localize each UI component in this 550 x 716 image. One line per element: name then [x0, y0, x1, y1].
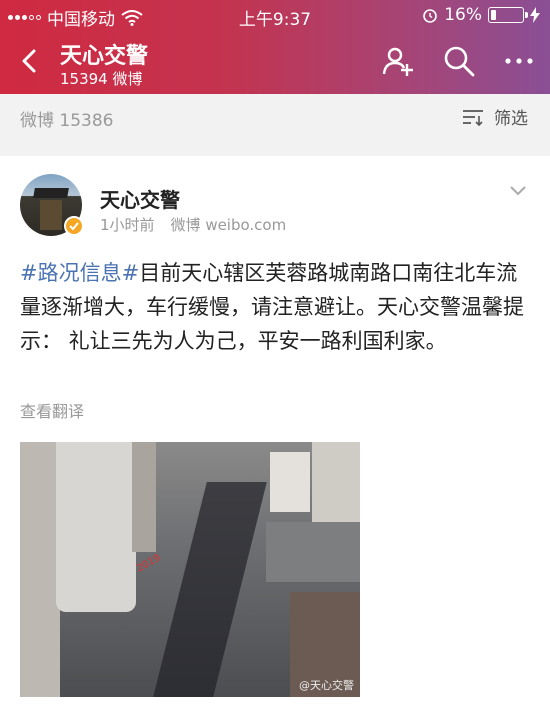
nav-bar: 天心交警 15394 微博 — [0, 30, 550, 94]
post-source: 微博 weibo.com — [170, 216, 287, 234]
header: 中国移动 上午9:37 16% 天心交警 15394 微博 — [0, 0, 550, 94]
status-right: 16% — [422, 5, 540, 25]
more-icon[interactable] — [502, 44, 536, 78]
alarm-icon — [423, 9, 438, 23]
filter-label: 筛选 — [494, 109, 528, 129]
post-meta: 1小时前 微博 weibo.com — [100, 214, 286, 235]
filter-button[interactable]: 筛选 — [462, 104, 528, 129]
charging-icon — [530, 7, 540, 23]
status-bar: 中国移动 上午9:37 16% — [0, 0, 550, 30]
back-arrow-icon[interactable] — [14, 44, 48, 78]
battery-icon — [488, 7, 528, 23]
post-image[interactable]: 2019 @天心交警 — [20, 442, 360, 697]
post-time: 1小时前 — [100, 216, 155, 234]
battery-percent: 16% — [444, 5, 482, 25]
search-icon[interactable] — [442, 44, 476, 78]
weibo-count: 微博 15386 — [20, 111, 114, 131]
image-watermark: @天心交警 — [299, 679, 354, 692]
filter-icon — [463, 109, 483, 126]
verified-badge-icon — [64, 216, 84, 236]
nav-subtitle: 15394 微博 — [60, 70, 143, 88]
nav-actions — [382, 44, 536, 78]
nav-title: 天心交警 — [60, 44, 149, 69]
chevron-down-icon[interactable] — [508, 184, 528, 198]
topic-link[interactable]: #路况信息# — [20, 261, 139, 285]
post-card[interactable]: 天心交警 1小时前 微博 weibo.com #路况信息#目前天心辖区芙蓉路城南… — [0, 156, 550, 716]
post-author[interactable]: 天心交警 — [100, 184, 180, 213]
filter-row: 微博 15386 筛选 — [0, 94, 550, 138]
follow-user-icon[interactable] — [382, 44, 416, 78]
image-date-stamp: 2019 — [134, 552, 163, 575]
post-body: #路况信息#目前天心辖区芙蓉路城南路口南往北车流量逐渐增大，车行缓慢，请注意避让… — [20, 256, 530, 358]
translate-link[interactable]: 查看翻译 — [20, 398, 84, 422]
